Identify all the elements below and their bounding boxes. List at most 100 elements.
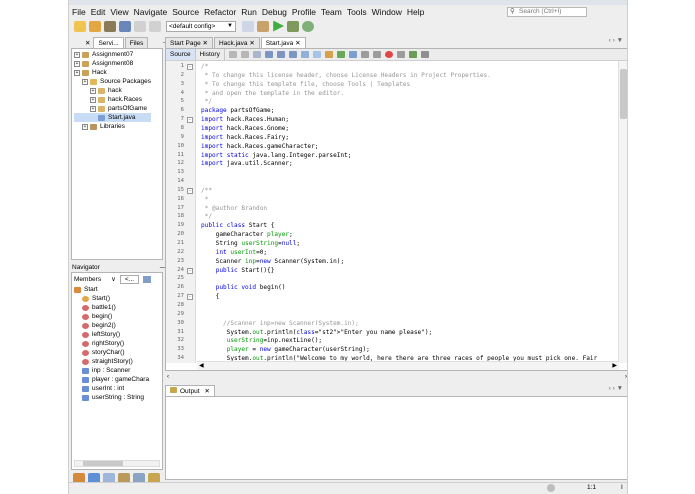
- menu-view[interactable]: View: [110, 7, 128, 17]
- tree-item[interactable]: userInt : int: [74, 384, 149, 393]
- undo-icon[interactable]: [134, 20, 146, 32]
- search-input[interactable]: ⚲ Search (Ctrl+I): [507, 7, 587, 17]
- expand-icon[interactable]: +: [82, 78, 88, 85]
- tree-item[interactable]: + hack.Races: [74, 95, 151, 104]
- tree-item[interactable]: + Assignment08: [74, 59, 151, 68]
- expand-icon[interactable]: +: [74, 51, 80, 58]
- tree-item[interactable]: straightStory(): [74, 357, 149, 366]
- editor-vertical-scrollbar[interactable]: [618, 61, 627, 363]
- tab-hack-java[interactable]: Hack.java ✕: [213, 37, 260, 48]
- close-icon[interactable]: ✕: [248, 40, 254, 47]
- menu-tools[interactable]: Tools: [347, 7, 367, 17]
- new-project-icon[interactable]: [74, 20, 86, 32]
- open-project-icon[interactable]: [104, 20, 116, 32]
- fold-toggle-icon[interactable]: -: [187, 187, 193, 194]
- save-all-icon[interactable]: [119, 20, 131, 32]
- tree-item[interactable]: Start.java: [74, 113, 151, 122]
- tree-item[interactable]: inp : Scanner: [74, 366, 149, 375]
- menu-help[interactable]: Help: [407, 7, 424, 17]
- find-previous-icon[interactable]: [276, 51, 285, 58]
- menu-source[interactable]: Source: [172, 7, 199, 17]
- tree-item[interactable]: leftStory(): [74, 330, 149, 339]
- tree-item[interactable]: userString : String: [74, 393, 149, 402]
- tree-item[interactable]: + Assignment07: [74, 50, 151, 59]
- scrollbar-thumb[interactable]: [620, 69, 627, 119]
- toggle-highlight-icon[interactable]: [300, 51, 309, 58]
- tree-item[interactable]: + hack: [74, 86, 151, 95]
- scroll-left-icon[interactable]: ‹: [167, 374, 169, 380]
- history-view-button[interactable]: History: [196, 49, 225, 60]
- tree-item[interactable]: begin2(): [74, 321, 149, 330]
- tree-item[interactable]: + Source Packages: [74, 77, 151, 86]
- notifications-icon[interactable]: [547, 484, 555, 492]
- expand-icon[interactable]: +: [90, 96, 96, 103]
- back-icon[interactable]: [228, 51, 237, 58]
- expand-icon[interactable]: +: [90, 105, 96, 112]
- tree-item[interactable]: Start(): [74, 294, 149, 303]
- close-icon[interactable]: ✕: [85, 39, 90, 47]
- find-next-icon[interactable]: [288, 51, 297, 58]
- previous-bookmark-icon[interactable]: [324, 51, 333, 58]
- clean-build-icon[interactable]: [257, 20, 269, 32]
- menu-team[interactable]: Team: [321, 7, 342, 17]
- start-macro-icon[interactable]: [396, 51, 405, 58]
- toggle-bookmark-icon[interactable]: [348, 51, 357, 58]
- menu-profile[interactable]: Profile: [292, 7, 316, 17]
- close-icon[interactable]: ✕: [293, 40, 300, 47]
- menu-window[interactable]: Window: [372, 7, 402, 17]
- expand-icon[interactable]: +: [82, 123, 88, 130]
- close-icon[interactable]: ✕: [204, 388, 209, 395]
- chevron-down-icon[interactable]: ∨: [111, 275, 116, 283]
- build-icon[interactable]: [242, 20, 254, 32]
- filter-icon[interactable]: [143, 275, 152, 283]
- last-edit-icon[interactable]: [252, 51, 261, 58]
- tab-files[interactable]: Files: [124, 37, 149, 48]
- tab-scroll-controls[interactable]: ‹ › ▼: [609, 37, 623, 44]
- tree-item[interactable]: begin(): [74, 312, 149, 321]
- shift-left-icon[interactable]: [360, 51, 369, 58]
- tree-item[interactable]: rightStory(): [74, 339, 149, 348]
- menu-navigate[interactable]: Navigate: [134, 7, 168, 17]
- redo-icon[interactable]: [149, 20, 161, 32]
- next-bookmark-icon[interactable]: [336, 51, 345, 58]
- new-file-icon[interactable]: [89, 20, 101, 32]
- scrollbar-thumb[interactable]: [83, 461, 123, 466]
- tree-item[interactable]: storyChar(): [74, 348, 149, 357]
- stop-macro-icon[interactable]: [384, 51, 393, 58]
- tree-item[interactable]: + Libraries: [74, 122, 151, 131]
- fold-toggle-icon[interactable]: -: [187, 117, 193, 124]
- tree-item[interactable]: battle1(): [74, 303, 149, 312]
- close-icon[interactable]: ✕: [201, 40, 208, 47]
- expand-icon[interactable]: +: [74, 60, 80, 67]
- output-window-controls[interactable]: ‹ › ▼: [609, 385, 623, 392]
- scroll-right-icon[interactable]: ▶: [612, 362, 617, 369]
- fold-toggle-icon[interactable]: -: [187, 267, 193, 274]
- toggle-rectangle-icon[interactable]: [312, 51, 321, 58]
- scroll-left-icon[interactable]: ◀: [199, 362, 204, 369]
- editor-horizontal-scrollbar[interactable]: ◀ ▶: [197, 361, 619, 370]
- tree-item[interactable]: + partsOfGame: [74, 104, 151, 113]
- navigator-horizontal-scrollbar[interactable]: [74, 460, 160, 467]
- menu-file[interactable]: File: [72, 7, 86, 17]
- tree-item[interactable]: + Hack: [74, 68, 151, 77]
- fold-toggle-icon[interactable]: -: [187, 64, 193, 70]
- forward-icon[interactable]: [240, 51, 249, 58]
- menu-run[interactable]: Run: [241, 7, 257, 17]
- tab-services[interactable]: Servi...: [93, 37, 124, 48]
- uncomment-icon[interactable]: [420, 51, 429, 58]
- shift-right-icon[interactable]: [372, 51, 381, 58]
- debug-icon[interactable]: [287, 20, 299, 32]
- editor-output-divider[interactable]: ‹ ›: [165, 374, 627, 382]
- tab-start-page[interactable]: Start Page ✕: [165, 37, 213, 48]
- scroll-right-icon[interactable]: ›: [625, 374, 627, 380]
- tab-start-java[interactable]: Start.java ✕: [260, 37, 306, 48]
- expand-icon[interactable]: +: [90, 87, 96, 94]
- tree-item[interactable]: Start: [74, 285, 149, 294]
- find-icon[interactable]: [264, 51, 273, 58]
- menu-edit[interactable]: Edit: [91, 7, 106, 17]
- tab-output[interactable]: Output ✕: [165, 385, 215, 396]
- expand-icon[interactable]: +: [74, 69, 80, 76]
- comment-icon[interactable]: [408, 51, 417, 58]
- navigator-combo[interactable]: <...: [119, 274, 140, 284]
- menu-refactor[interactable]: Refactor: [204, 7, 236, 17]
